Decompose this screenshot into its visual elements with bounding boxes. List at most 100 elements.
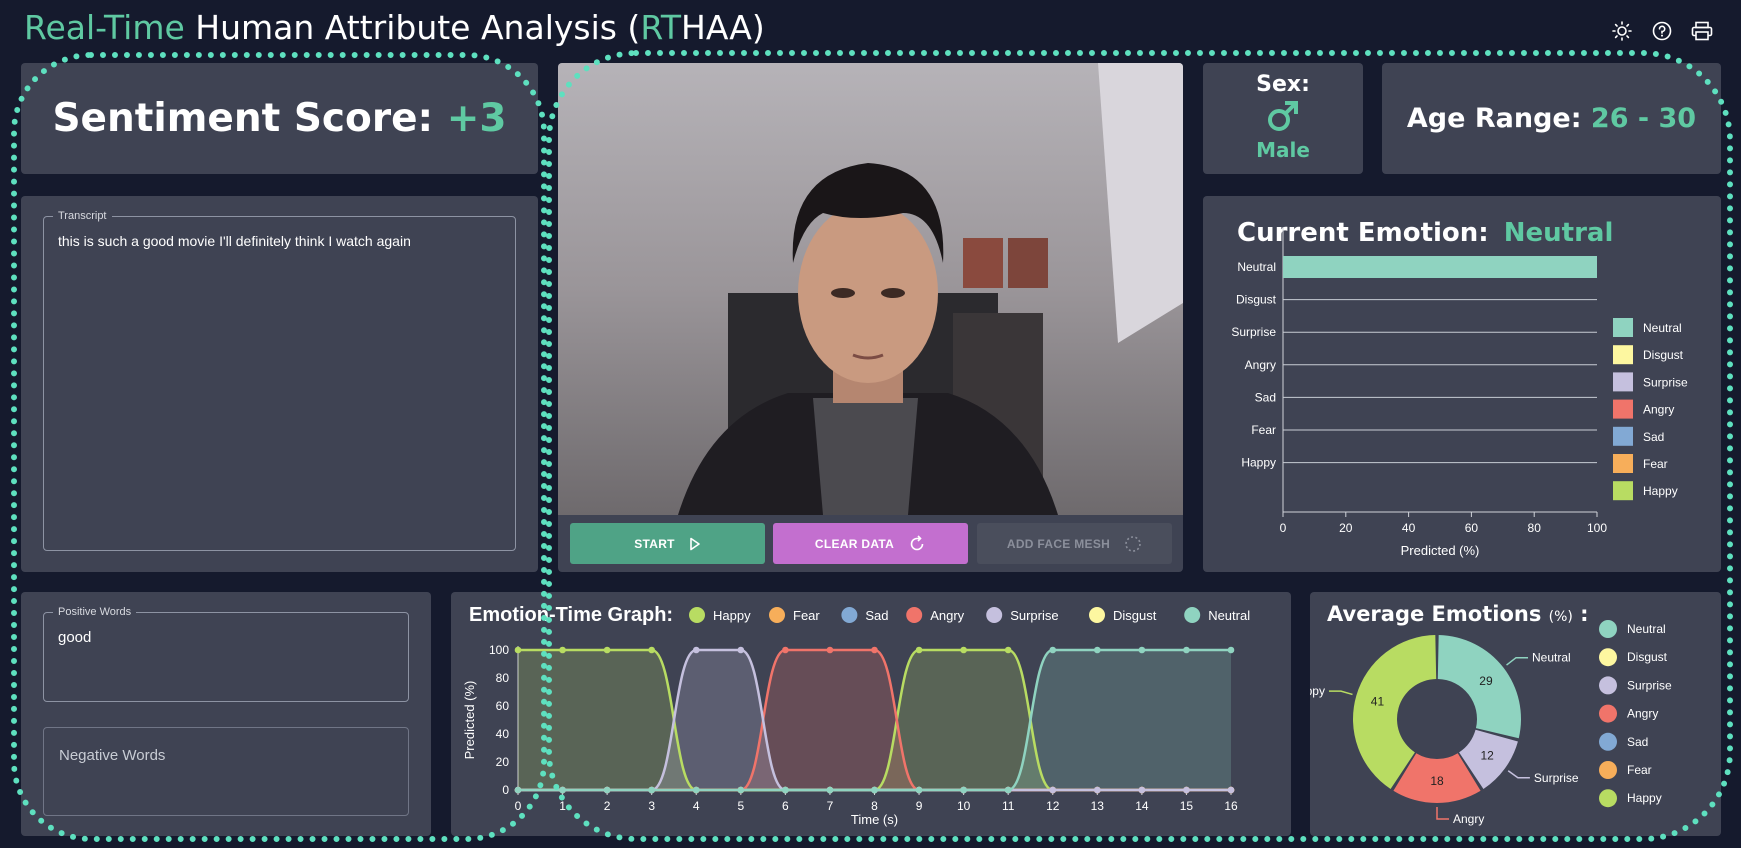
time-legend-dot-happy: [689, 607, 705, 623]
time-legend-label-sad: Sad: [865, 608, 888, 623]
bar-category-label: Happy: [1241, 456, 1276, 470]
clear-data-button[interactable]: CLEAR DATA: [773, 523, 968, 564]
donut-legend-dot-angry: [1599, 704, 1617, 723]
help-icon[interactable]: [1649, 18, 1675, 44]
negative-words-field[interactable]: Negative Words: [43, 727, 409, 816]
donut-leader-surprise: [1507, 770, 1530, 779]
donut-label-happy: Happy: [1310, 684, 1325, 698]
time-x-tick-label: 15: [1180, 799, 1194, 813]
age-label: Age Range:: [1406, 103, 1582, 134]
sentiment-value: +3: [446, 96, 507, 141]
refresh-icon: [910, 534, 924, 550]
positive-words-field[interactable]: Positive Words good: [43, 606, 409, 702]
donut-value-angry: 18: [1430, 774, 1444, 788]
male-icon: [1268, 101, 1298, 131]
time-x-axis-label: Time (s): [851, 812, 898, 827]
donut-legend-dot-sad: [1599, 732, 1617, 751]
time-y-tick-label: 0: [502, 783, 509, 797]
time-point-neutral: [1049, 646, 1057, 654]
time-point-happy: [1004, 646, 1012, 654]
sentiment-score: Sentiment Score: +3: [52, 96, 506, 141]
title-abbr-accent: RT: [640, 8, 681, 47]
donut-leader-neutral: [1506, 656, 1529, 666]
webcam-feed: [558, 63, 1183, 515]
bar-legend-label-happy: Happy: [1643, 484, 1678, 498]
donut-legend-label-disgust: Disgust: [1627, 650, 1668, 664]
time-legend-label-happy: Happy: [713, 608, 751, 623]
time-point-neutral: [826, 786, 834, 794]
donut-legend-label-angry: Angry: [1627, 707, 1658, 721]
clear-data-label: CLEAR DATA: [814, 536, 895, 551]
bar-legend-swatch-happy: [1613, 481, 1633, 501]
transcript-field[interactable]: Transcript this is such a good movie I'l…: [43, 210, 516, 551]
time-point-happy: [603, 646, 611, 654]
bar-neutral: [1283, 256, 1597, 278]
time-x-tick-label: 16: [1224, 799, 1238, 813]
donut-label-angry: Angry: [1453, 812, 1484, 826]
bar-category-label: Surprise: [1231, 325, 1276, 339]
toolbar: [1609, 18, 1715, 44]
face-mesh-icon: [1125, 535, 1141, 552]
print-icon[interactable]: [1689, 18, 1715, 44]
time-point-surprise: [1227, 786, 1235, 794]
time-point-neutral: [915, 786, 923, 794]
transcript-legend: Transcript: [58, 210, 107, 222]
time-legend-dot-surprise: [986, 607, 1003, 623]
negative-words-placeholder: Negative Words: [59, 747, 166, 764]
time-legend-dot-fear: [769, 607, 785, 623]
bar-category-label: Sad: [1255, 390, 1276, 404]
time-point-angry: [826, 646, 834, 654]
time-legend-label-angry: Angry: [930, 608, 964, 623]
bar-legend-swatch-neutral: [1613, 318, 1633, 337]
time-legend-dot-neutral: [1184, 607, 1201, 623]
bar-legend-label-sad: Sad: [1643, 430, 1664, 444]
time-point-neutral: [737, 786, 745, 794]
average-emotions-panel: Average Emotions (%) : 29 Neutral 12 Surpri…: [1310, 592, 1721, 836]
age-range: Age Range: 26 - 30: [1407, 103, 1696, 134]
bar-x-tick-label: 100: [1587, 521, 1607, 535]
bar-category-label: Angry: [1245, 358, 1276, 372]
donut-label-surprise: Surprise: [1534, 771, 1579, 785]
sun-icon[interactable]: [1609, 18, 1635, 44]
time-legend-dot-angry: [906, 607, 923, 623]
emotion-time-title: Emotion-Time Graph:: [469, 604, 673, 626]
time-legend-label-surprise: Surprise: [1010, 608, 1058, 623]
transcript-panel: Transcript this is such a good movie I'l…: [21, 196, 538, 572]
time-point-surprise: [1183, 786, 1190, 794]
add-face-mesh-button[interactable]: ADD FACE MESH: [977, 523, 1172, 564]
bar-legend-swatch-surprise: [1613, 372, 1633, 392]
bar-x-tick-label: 40: [1402, 521, 1416, 535]
bar-legend-swatch-sad: [1613, 426, 1633, 446]
bar-x-tick-label: 60: [1465, 521, 1479, 535]
time-x-tick-label: 3: [648, 799, 655, 813]
bar-x-tick-label: 80: [1528, 521, 1542, 535]
time-x-tick-label: 14: [1135, 799, 1149, 813]
transcript-text: this is such a good movie I'll definitel…: [58, 233, 411, 249]
donut-legend-label-fear: Fear: [1627, 763, 1652, 777]
bar-legend-label-angry: Angry: [1643, 403, 1674, 417]
time-point-angry: [782, 646, 789, 654]
time-x-tick-label: 8: [871, 799, 878, 813]
time-point-neutral: [603, 786, 611, 794]
bar-category-label: Neutral: [1237, 260, 1276, 274]
time-point-happy: [915, 646, 923, 654]
app-title: Real-Time Human Attribute Analysis (RTHA…: [24, 8, 765, 47]
time-x-tick-label: 0: [515, 799, 522, 813]
donut-value-neutral: 29: [1479, 674, 1493, 688]
time-x-tick-label: 5: [737, 799, 744, 813]
sex-value: Male: [1256, 138, 1310, 162]
time-x-tick-label: 9: [916, 799, 923, 813]
current-emotion-chart: Neutral Disgust Surprise Angry Sad Fear Happy 0…: [1231, 227, 1688, 558]
time-point-happy: [514, 646, 522, 654]
time-point-happy: [648, 646, 655, 654]
time-x-tick-label: 11: [1002, 799, 1015, 813]
donut-legend-dot-happy: [1599, 789, 1617, 808]
time-point-neutral: [1183, 646, 1190, 654]
title-abbr: HAA): [681, 8, 765, 47]
time-legend-label-fear: Fear: [793, 608, 820, 623]
time-y-tick-label: 40: [496, 727, 510, 741]
time-legend-label-disgust: Disgust: [1113, 608, 1157, 623]
time-point-neutral: [960, 786, 967, 794]
donut-leader-angry: [1436, 807, 1449, 820]
start-button[interactable]: START: [570, 523, 765, 564]
